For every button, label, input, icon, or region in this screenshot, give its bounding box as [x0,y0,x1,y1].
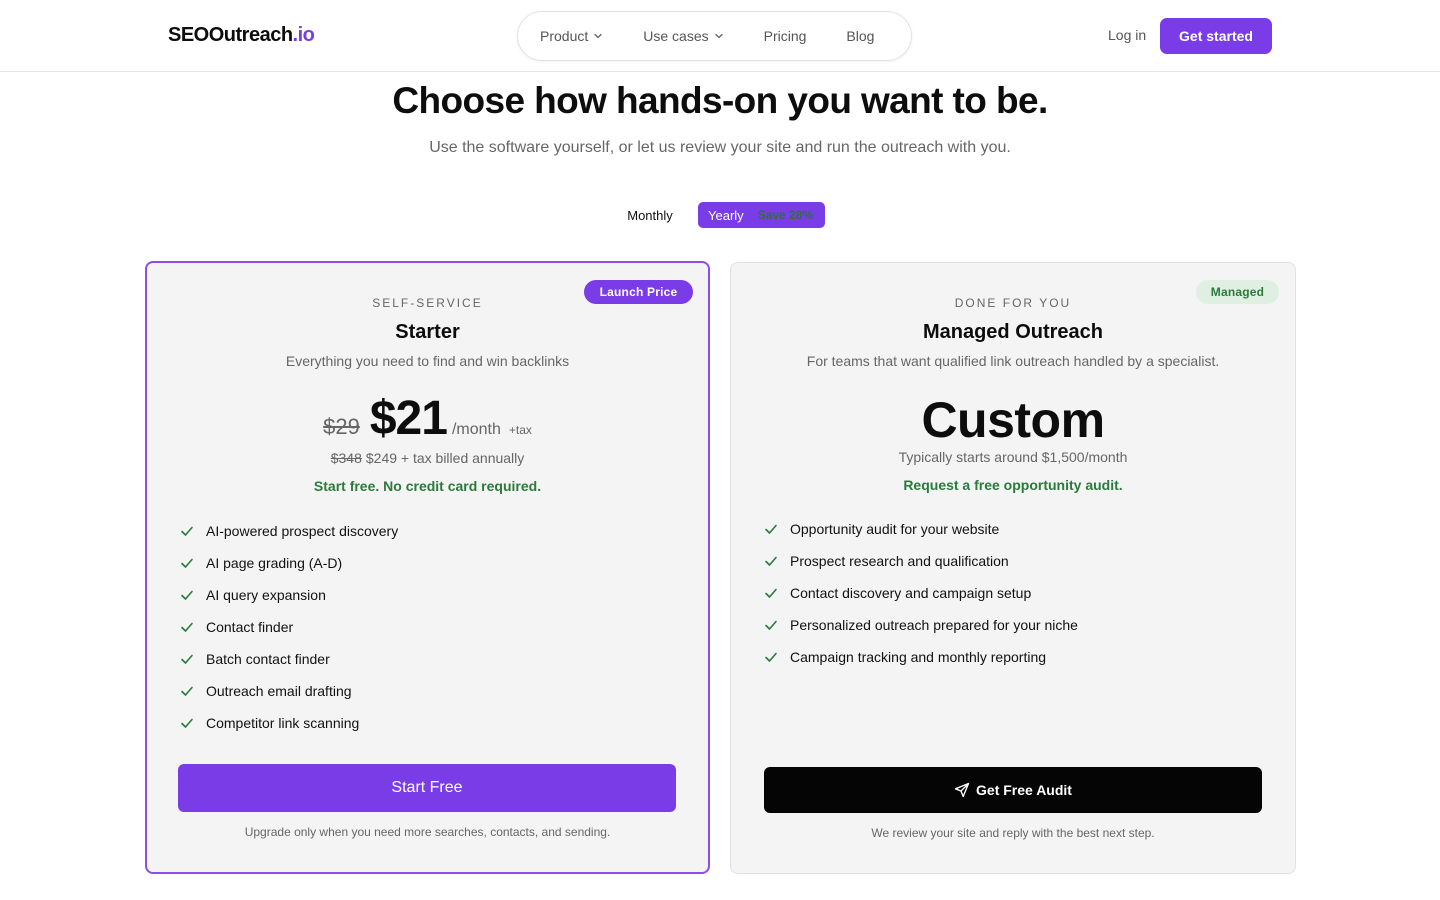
audit-note: Request a free opportunity audit. [903,477,1123,493]
billing-monthly-toggle[interactable]: Monthly [616,202,684,228]
page-title: Choose how hands-on you want to be. [392,80,1048,121]
nav-item-use-cases[interactable]: Use cases [643,28,723,44]
feature-label: Opportunity audit for your website [790,521,1000,537]
price-tax: +tax [508,423,532,437]
get-free-audit-button[interactable]: Get Free Audit [764,767,1262,813]
check-icon [765,652,777,662]
list-item: Personalized outreach prepared for your … [764,609,1078,641]
check-icon [765,556,777,566]
starter-plan-card: Launch Price SELF-SERVICE Starter Everyt… [145,261,710,874]
old-price: $29 [323,414,360,439]
check-icon [181,558,193,568]
send-icon [954,782,970,798]
free-start-note: Start free. No credit card required. [313,478,542,494]
nav-item-label: Pricing [763,28,807,44]
feature-label: Batch contact finder [206,651,330,667]
get-started-button[interactable]: Get started [1160,18,1272,54]
feature-label: Competitor link scanning [206,715,360,731]
logo-name: SEOOutreach [168,24,293,46]
price-row: $29 $21 /month +tax [147,391,708,446]
custom-price: Custom [921,392,1105,448]
price-note: Typically starts around $1,500/month [898,449,1128,465]
nav-item-blog[interactable]: Blog [846,28,874,44]
feature-label: Prospect research and qualification [790,553,1009,569]
save-badge: Save 28% [757,208,814,222]
logo-tld: .io [292,24,315,46]
list-item: Competitor link scanning [180,707,398,739]
check-icon [765,620,777,630]
price-period: /month [451,421,501,438]
check-icon [181,526,193,536]
nav-item-label: Product [540,28,589,44]
billing-yearly-label: Yearly [708,207,744,223]
get-free-audit-label: Get Free Audit [976,782,1072,798]
feature-label: AI page grading (A-D) [206,555,343,571]
feature-label: Contact finder [206,619,294,635]
annual-price-text: $249 + tax billed annually [365,450,525,466]
current-price: $21 [369,392,448,445]
list-item: AI-powered prospect discovery [180,515,398,547]
feature-list: Opportunity audit for your website Prosp… [764,513,1078,673]
nav-item-pricing[interactable]: Pricing [764,28,807,44]
list-item: AI page grading (A-D) [180,547,398,579]
plan-name: Managed Outreach [922,321,1104,343]
plan-footnote: We review your site and reply with the b… [871,826,1155,840]
check-icon [181,622,193,632]
check-icon [765,524,777,534]
nav-item-product[interactable]: Product [540,28,603,44]
site-header: SEOOutreach.io Product Use cases Pricing… [0,0,1440,72]
list-item: Campaign tracking and monthly reporting [764,641,1078,673]
list-item: Prospect research and qualification [764,545,1078,577]
list-item: Contact finder [180,611,398,643]
check-icon [181,590,193,600]
feature-label: Personalized outreach prepared for your … [790,617,1078,633]
check-icon [765,588,777,598]
plan-description: Everything you need to find and win back… [285,353,570,369]
feature-label: Contact discovery and campaign setup [790,585,1032,601]
nav-item-label: Blog [846,28,875,44]
plan-eyebrow: SELF-SERVICE [372,296,483,310]
check-icon [181,718,193,728]
logo[interactable]: SEOOutreach.io [168,24,315,47]
nav-item-label: Use cases [643,28,709,44]
annual-old-price: $348 [330,450,362,466]
main-nav: Product Use cases Pricing Blog [517,11,912,61]
list-item: Contact discovery and campaign setup [764,577,1078,609]
plan-footnote: Upgrade only when you need more searches… [244,825,611,839]
annual-price: $348 $249 + tax billed annually [147,450,708,466]
chevron-down-icon [594,33,602,39]
feature-label: Outreach email drafting [206,683,352,699]
list-item: Opportunity audit for your website [764,513,1078,545]
list-item: AI query expansion [180,579,398,611]
plan-description: For teams that want qualified link outre… [806,353,1220,369]
feature-label: AI query expansion [206,587,326,603]
feature-list: AI-powered prospect discovery AI page gr… [180,515,398,739]
page-subtitle: Use the software yourself, or let us rev… [429,139,1011,156]
check-icon [181,686,193,696]
feature-label: Campaign tracking and monthly reporting [790,649,1047,665]
managed-plan-card: Managed DONE FOR YOU Managed Outreach Fo… [730,262,1296,874]
check-icon [181,654,193,664]
list-item: Batch contact finder [180,643,398,675]
list-item: Outreach email drafting [180,675,398,707]
start-free-button[interactable]: Start Free [178,764,676,812]
chevron-down-icon [714,33,723,39]
billing-yearly-toggle[interactable]: Yearly Save 28% [698,202,825,228]
login-link[interactable]: Log in [1108,27,1146,43]
plan-name: Starter [395,321,460,343]
plan-eyebrow: DONE FOR YOU [954,296,1072,310]
feature-label: AI-powered prospect discovery [206,523,399,539]
